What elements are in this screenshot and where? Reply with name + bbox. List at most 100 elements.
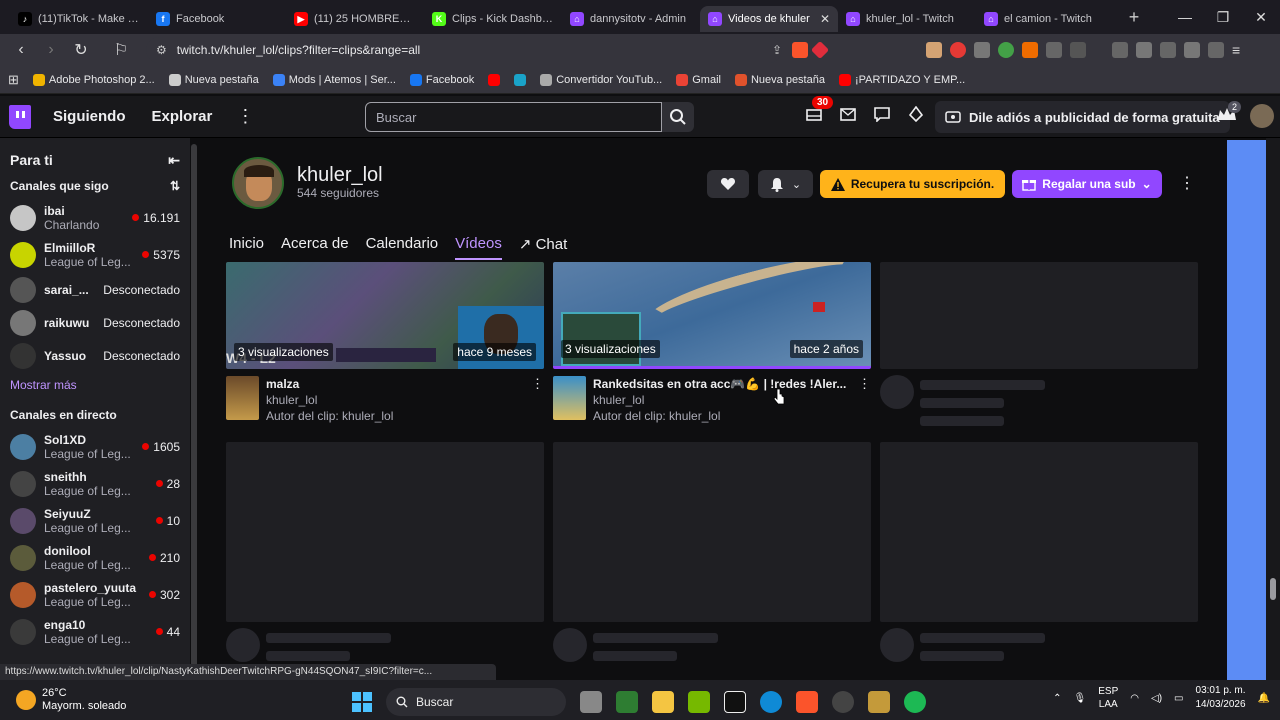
wallet-icon[interactable] — [1160, 42, 1176, 58]
sidebar-channel[interactable]: SeiyuuZ League of Leg... 10 — [0, 502, 190, 539]
tab-schedule[interactable]: Calendario — [366, 235, 439, 260]
capcut-icon[interactable] — [724, 691, 746, 713]
search-button[interactable] — [662, 102, 694, 132]
more-options-icon[interactable]: ⋮ — [236, 106, 254, 127]
close-window-icon[interactable]: ✕ — [1242, 9, 1280, 26]
chevron-up-icon[interactable]: ⌃ — [1053, 693, 1061, 704]
weather-widget[interactable]: 26°C Mayorm. soleado — [16, 687, 126, 713]
bookmark-item[interactable]: Convertidor YouTub... — [540, 73, 662, 86]
extension-icon[interactable] — [950, 42, 966, 58]
browser-tab[interactable]: ⌂ khuler_lol - Twitch — [838, 6, 976, 32]
browser-tab[interactable]: ⌂ dannysitotv - Admin — [562, 6, 700, 32]
page-scrollbar[interactable] — [1266, 138, 1280, 680]
bookmark-item[interactable]: Gmail — [676, 73, 721, 86]
tab-about[interactable]: Acerca de — [281, 235, 349, 260]
puzzle-icon[interactable] — [1046, 42, 1062, 58]
channel-name[interactable]: khuler_lol — [297, 164, 383, 187]
side-panel-strip[interactable] — [1227, 140, 1268, 680]
clip-thumbnail[interactable]: 3 visualizaciones hace 2 años — [553, 262, 871, 369]
clip-title[interactable]: Rankedsitas en otra acc🎮💪 | !redes !Aler… — [593, 377, 848, 391]
sidebar-channel[interactable]: ElmiilloR League of Leg... 5375 — [0, 236, 190, 273]
nav-following[interactable]: Siguiendo — [53, 108, 126, 125]
bookmark-icon[interactable]: ⚐ — [108, 40, 134, 60]
browser-tab[interactable]: ♪ (11)TikTok - Make You — [10, 6, 148, 32]
wifi-icon[interactable]: ◠ — [1130, 693, 1139, 704]
bookmark-item[interactable]: Mods | Atemos | Ser... — [272, 73, 396, 86]
sidebar-channel[interactable]: sneithh League of Leg... 28 — [0, 465, 190, 502]
sidebar-channel[interactable]: enga10 League of Leg... 44 — [0, 613, 190, 650]
inbox-icon[interactable]: 30 — [804, 96, 834, 124]
back-icon[interactable]: ‹ — [8, 41, 34, 59]
sidebar-icon[interactable] — [1136, 42, 1152, 58]
music-icon[interactable] — [1112, 42, 1128, 58]
sidebar-channel[interactable]: donilool League of Leg... 210 — [0, 539, 190, 576]
microphone-icon[interactable]: 🎙 — [1074, 693, 1087, 704]
new-tab-button[interactable]: + — [1120, 7, 1148, 28]
spotify-icon[interactable] — [904, 691, 926, 713]
clock[interactable]: 03:01 p. m. 14/03/2026 — [1195, 684, 1245, 712]
user-avatar[interactable] — [1250, 104, 1274, 128]
file-explorer-icon[interactable] — [652, 691, 674, 713]
clip-more-icon[interactable]: ⋮ — [858, 376, 871, 392]
task-view-icon[interactable] — [580, 691, 602, 713]
twitch-logo-icon[interactable] — [9, 104, 31, 129]
bookmark-item[interactable] — [488, 73, 501, 86]
minimize-icon[interactable]: — — [1166, 9, 1204, 25]
volume-icon[interactable]: ◁) — [1151, 693, 1162, 704]
extension-icon[interactable] — [998, 42, 1014, 58]
taskbar-search[interactable]: Buscar — [386, 688, 566, 716]
language-indicator[interactable]: ESP LAA — [1098, 685, 1118, 711]
nav-explore[interactable]: Explorar — [152, 108, 213, 125]
forward-icon[interactable]: › — [38, 41, 64, 59]
sidebar-channel[interactable]: pastelero_yuuta League of Leg... 302 — [0, 576, 190, 613]
bookmark-item[interactable]: Nueva pestaña — [168, 73, 259, 86]
bookmark-item[interactable]: Adobe Photoshop 2... — [32, 73, 155, 86]
nvidia-icon[interactable] — [688, 691, 710, 713]
sidebar-channel[interactable]: sarai_... Desconectado — [0, 273, 190, 306]
tab-home[interactable]: Inicio — [229, 235, 264, 260]
search-input[interactable]: Buscar — [365, 102, 662, 132]
vpn-icon[interactable] — [1208, 42, 1224, 58]
maximize-icon[interactable]: ❐ — [1204, 9, 1242, 26]
brave-icon[interactable] — [796, 691, 818, 713]
menu-icon[interactable]: ≡ — [1232, 42, 1240, 58]
brave-rewards-icon[interactable] — [810, 40, 830, 60]
notifications-button[interactable]: ⌄ — [758, 170, 813, 198]
windows-start-icon[interactable] — [352, 692, 372, 712]
browser-tab[interactable]: K Clips - Kick Dashboar — [424, 6, 562, 32]
extension-icon[interactable] — [974, 42, 990, 58]
bookmark-item[interactable]: Nueva pestaña — [734, 73, 825, 86]
mail-icon[interactable] — [838, 104, 858, 124]
bits-icon[interactable] — [906, 104, 926, 124]
sidebar-scrollbar[interactable] — [190, 138, 199, 680]
edge-icon[interactable] — [760, 691, 782, 713]
clip-channel[interactable]: khuler_lol — [593, 393, 644, 407]
clip-thumbnail[interactable]: W4 - L2 3 visualizaciones hace 9 meses — [226, 262, 544, 369]
share-icon[interactable]: ⇪ — [772, 43, 782, 57]
show-more-link[interactable]: Mostrar más — [0, 372, 190, 402]
bookmark-item[interactable]: ¡PARTIDAZO Y EMP... — [838, 73, 965, 86]
brave-shield-icon[interactable] — [792, 42, 808, 58]
clip-more-icon[interactable]: ⋮ — [531, 376, 544, 392]
tab-videos[interactable]: Vídeos — [455, 235, 502, 260]
browser-tab[interactable]: ▶ (11) 25 HOMBRES EL — [286, 6, 424, 32]
sidebar-channel[interactable]: ibai Charlando 16.191 — [0, 199, 190, 236]
collapse-sidebar-icon[interactable]: ⇤ — [168, 152, 180, 169]
sort-icon[interactable]: ⇅ — [170, 179, 180, 193]
browser-tab[interactable]: ⌂ Videos de khuler ✕ — [700, 6, 838, 32]
sidebar-channel[interactable]: Yassuo Desconectado — [0, 339, 190, 372]
close-tab-icon[interactable]: ✕ — [820, 12, 830, 26]
gift-sub-button[interactable]: Regalar una sub ⌄ — [1012, 170, 1162, 198]
resubscribe-button[interactable]: Recupera tu suscripción. — [820, 170, 1005, 198]
bookmark-item[interactable]: Facebook — [409, 73, 474, 86]
tab-chat[interactable]: ↗ Chat — [519, 235, 567, 260]
sidebar-channel[interactable]: raikuwu Desconectado — [0, 306, 190, 339]
battery-icon[interactable]: ▭ — [1174, 693, 1183, 704]
notifications-icon[interactable]: 🔔 — [1258, 693, 1270, 704]
game-boxart[interactable] — [226, 376, 259, 420]
reload-icon[interactable]: ↻ — [68, 40, 94, 60]
sidebar-channel[interactable]: Sol1XD League of Leg... 1605 — [0, 428, 190, 465]
bookmark-item[interactable] — [514, 73, 527, 86]
whispers-icon[interactable] — [872, 104, 892, 124]
channel-avatar[interactable] — [232, 157, 284, 209]
